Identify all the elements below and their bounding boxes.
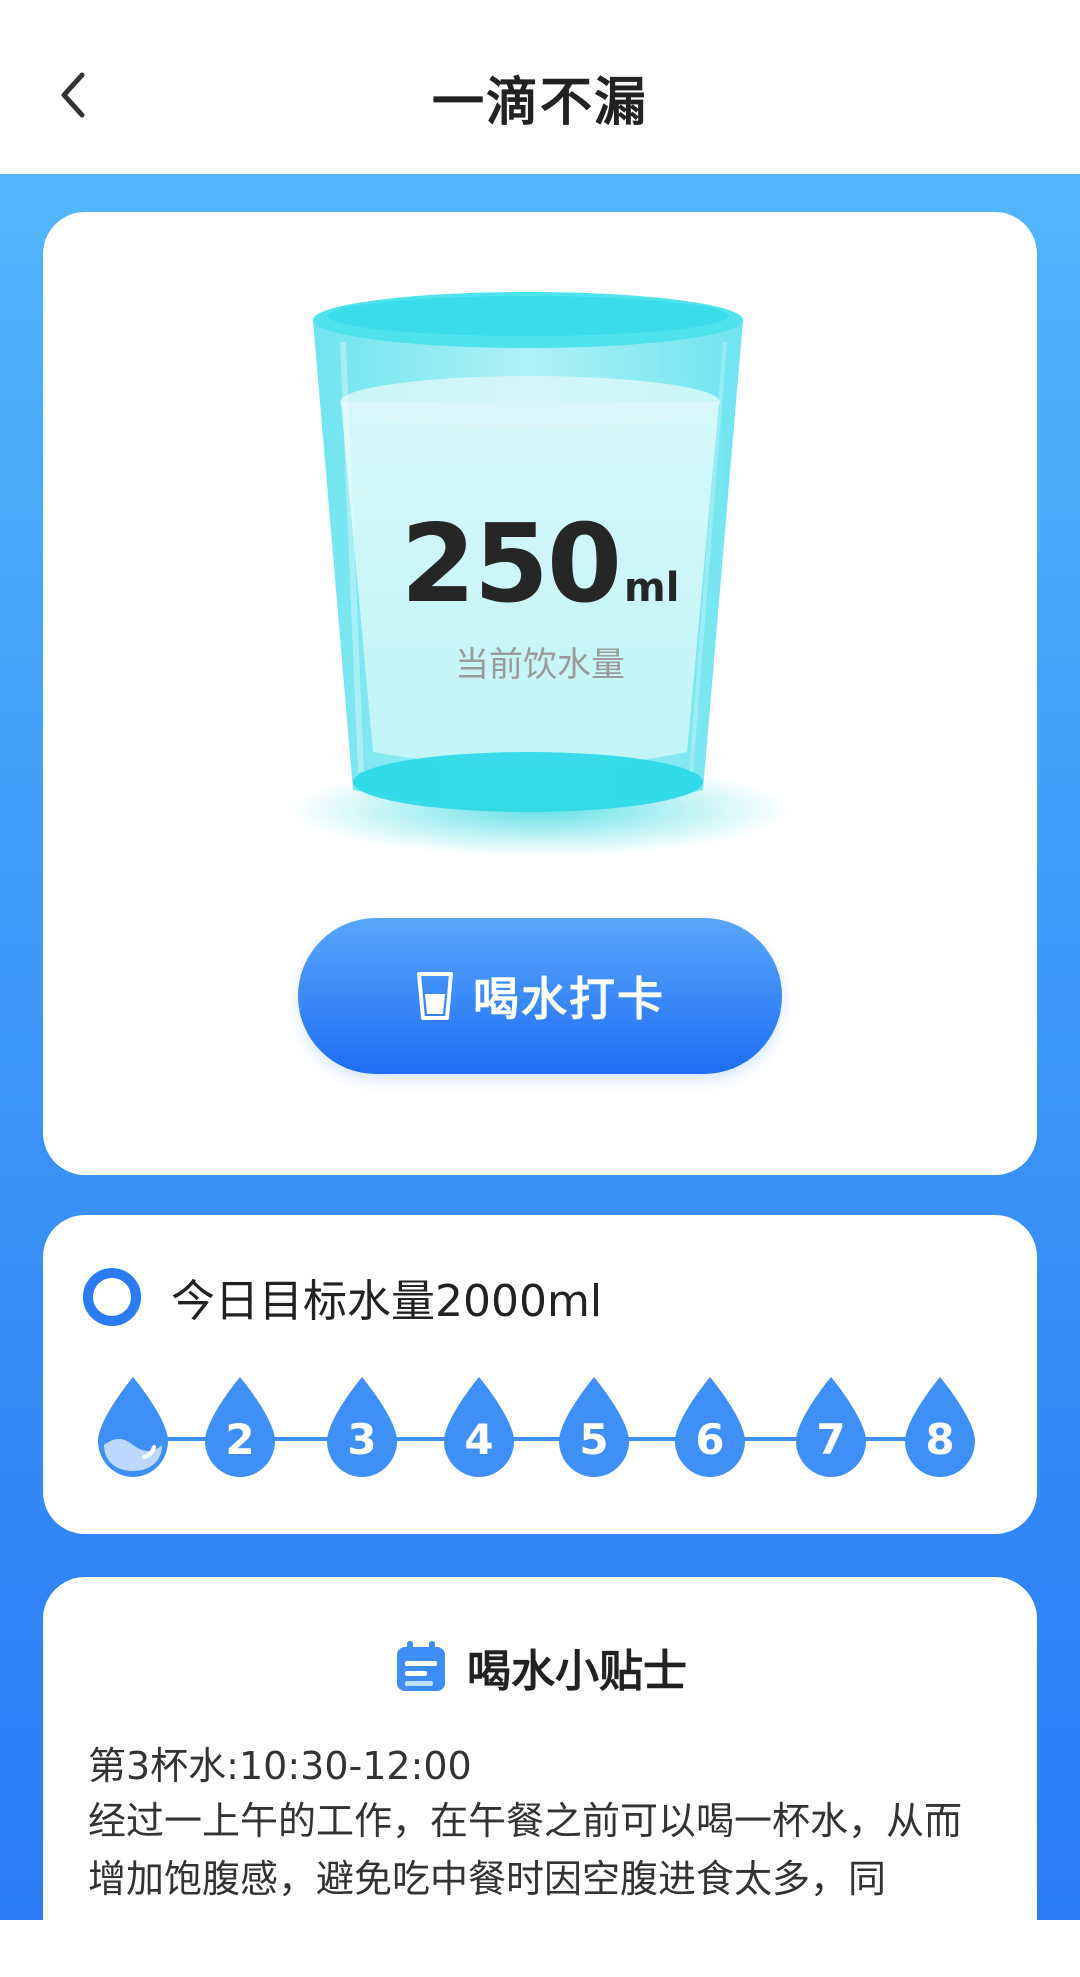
notepad-icon <box>397 1641 445 1691</box>
drop-marker-6[interactable]: 6 <box>671 1375 749 1479</box>
drop-marker-7[interactable]: 7 <box>792 1375 870 1479</box>
drop-number: 7 <box>816 1415 846 1464</box>
water-cup-card: 250 ml 当前饮水量 喝水打卡 <box>43 212 1037 1175</box>
goal-title: 今日目标水量2000ml <box>171 1276 603 1327</box>
drink-checkin-button[interactable]: 喝水打卡 <box>298 918 782 1074</box>
tips-title: 喝水小贴士 <box>467 1646 687 1697</box>
drop-number: 4 <box>464 1415 494 1464</box>
drop-number: 8 <box>925 1415 955 1464</box>
drop-number: 5 <box>579 1415 609 1464</box>
cup-icon <box>417 972 453 1020</box>
drop-number: 2 <box>225 1415 255 1464</box>
intake-unit: ml <box>624 565 680 611</box>
checkin-label: 喝水打卡 <box>473 972 665 1026</box>
drop-marker-3[interactable]: 3 <box>323 1375 401 1479</box>
drinking-tips-card: 喝水小贴士 第3杯水:10:30-12:00 经过一上午的工作，在午餐之前可以喝… <box>43 1577 1037 1977</box>
drop-marker-8[interactable]: 8 <box>901 1375 979 1479</box>
page-title: 一滴不漏 <box>431 73 648 133</box>
drop-number: 6 <box>695 1415 725 1464</box>
current-intake-label: 当前饮水量 <box>455 645 625 685</box>
drop-marker-5[interactable]: 5 <box>555 1375 633 1479</box>
water-drops-progress: 2 3 4 5 6 7 8 <box>43 1375 1037 1485</box>
current-intake-value: 250 ml <box>43 502 1037 627</box>
drop-marker-2[interactable]: 2 <box>201 1375 279 1479</box>
top-bar: 一滴不漏 <box>0 0 1080 174</box>
drop-number: 3 <box>347 1415 377 1464</box>
drop-marker-4[interactable]: 4 <box>440 1375 518 1479</box>
tips-time: 第3杯水:10:30-12:00 <box>88 1744 472 1788</box>
daily-goal-card: 今日目标水量2000ml 2 3 4 5 6 7 8 <box>43 1215 1037 1534</box>
tips-body: 经过一上午的工作，在午餐之前可以喝一杯水，从而增加饱腹感，避免吃中餐时因空腹进食… <box>88 1799 963 1901</box>
intake-number: 250 <box>400 502 622 627</box>
drop-marker-1[interactable] <box>94 1375 172 1479</box>
target-ring-icon <box>83 1268 141 1326</box>
